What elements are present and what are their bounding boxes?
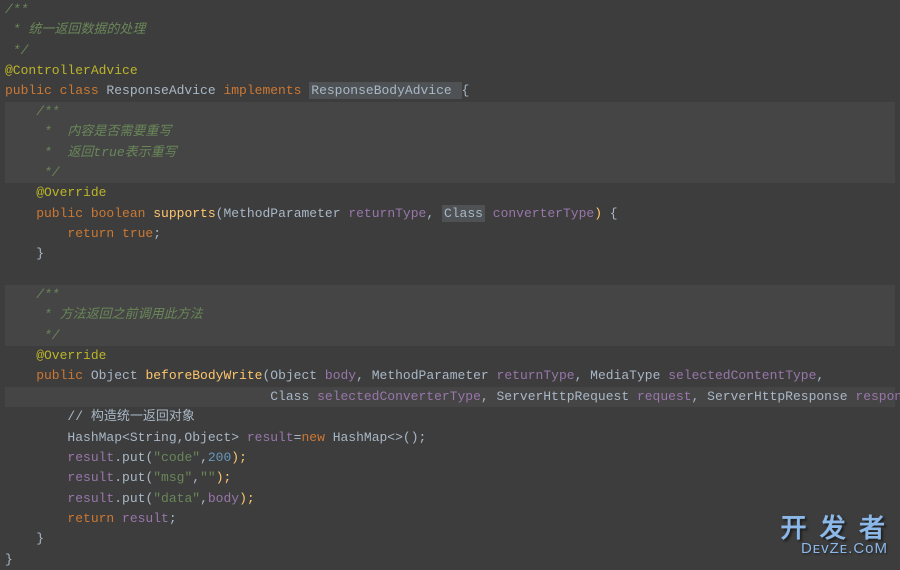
comment: /** bbox=[5, 104, 60, 119]
param: returnType bbox=[348, 206, 426, 221]
keyword: class bbox=[60, 83, 107, 98]
brace: } bbox=[5, 531, 44, 546]
comma: , bbox=[200, 491, 208, 506]
string: "" bbox=[200, 470, 216, 485]
comment-slash: // bbox=[5, 409, 91, 424]
type: Class bbox=[442, 205, 485, 222]
paren: ); bbox=[239, 491, 255, 506]
type: Class bbox=[270, 389, 317, 404]
comma: , bbox=[192, 470, 200, 485]
param: converterType bbox=[493, 206, 594, 221]
comment: * 内容是否需要重写 bbox=[5, 124, 171, 139]
type: ServerHttpRequest bbox=[497, 389, 637, 404]
comma: , bbox=[575, 368, 591, 383]
code-editor[interactable]: /** * 统一返回数据的处理 */ @ControllerAdvice pub… bbox=[0, 0, 900, 570]
method: supports bbox=[153, 206, 215, 221]
string: "data" bbox=[153, 491, 200, 506]
type: MethodParameter bbox=[372, 368, 497, 383]
comment: */ bbox=[5, 43, 28, 58]
brace: } bbox=[5, 552, 13, 567]
param: response bbox=[855, 389, 900, 404]
keyword: boolean bbox=[91, 206, 153, 221]
pad bbox=[5, 389, 270, 404]
param: body bbox=[325, 368, 356, 383]
comma: , bbox=[200, 450, 208, 465]
type: HashMap<String,Object> bbox=[5, 430, 247, 445]
comment: * 统一返回数据的处理 bbox=[5, 22, 145, 37]
comma: , bbox=[692, 389, 708, 404]
keyword: return bbox=[5, 226, 122, 241]
interface-name: ResponseBodyAdvice bbox=[309, 82, 461, 99]
class-name: ResponseAdvice bbox=[106, 83, 223, 98]
var: body bbox=[208, 491, 239, 506]
paren: ); bbox=[216, 470, 232, 485]
space bbox=[485, 206, 493, 221]
param: request bbox=[637, 389, 692, 404]
brace: { bbox=[602, 206, 618, 221]
comment: 构造统一返回对象 bbox=[91, 409, 195, 424]
type: ServerHttpResponse bbox=[707, 389, 855, 404]
comment: */ bbox=[5, 165, 60, 180]
string: "code" bbox=[153, 450, 200, 465]
annotation: @Override bbox=[5, 185, 106, 200]
comma: , bbox=[816, 368, 824, 383]
pad bbox=[5, 491, 67, 506]
paren: ); bbox=[231, 450, 247, 465]
comment: /** bbox=[5, 2, 28, 17]
type: Object bbox=[270, 368, 325, 383]
call: .put( bbox=[114, 470, 153, 485]
comma: , bbox=[356, 368, 372, 383]
comment: */ bbox=[5, 328, 60, 343]
pad bbox=[5, 470, 67, 485]
keyword: implements bbox=[223, 83, 309, 98]
method: beforeBodyWrite bbox=[145, 368, 262, 383]
keyword: public bbox=[5, 206, 91, 221]
semicolon: ; bbox=[153, 226, 161, 241]
type: MethodParameter bbox=[223, 206, 348, 221]
call: .put( bbox=[114, 450, 153, 465]
comment: /** bbox=[5, 287, 60, 302]
brace: } bbox=[5, 246, 44, 261]
keyword: return bbox=[5, 511, 122, 526]
param: selectedContentType bbox=[668, 368, 816, 383]
var: result bbox=[122, 511, 169, 526]
type: MediaType bbox=[590, 368, 668, 383]
comma: , bbox=[426, 206, 442, 221]
comment: * 返回true表示重写 bbox=[5, 145, 177, 160]
param: returnType bbox=[497, 368, 575, 383]
number: 200 bbox=[208, 450, 231, 465]
param: selectedConverterType bbox=[317, 389, 481, 404]
type: Object bbox=[91, 368, 146, 383]
var: result bbox=[67, 470, 114, 485]
var: result bbox=[247, 430, 294, 445]
semicolon: ; bbox=[169, 511, 177, 526]
comment: * 方法返回之前调用此方法 bbox=[5, 307, 203, 322]
annotation: @ControllerAdvice bbox=[5, 63, 138, 78]
pad bbox=[5, 450, 67, 465]
keyword: public bbox=[5, 368, 91, 383]
keyword: new bbox=[301, 430, 332, 445]
paren: ) bbox=[594, 206, 602, 221]
keyword: true bbox=[122, 226, 153, 241]
string: "msg" bbox=[153, 470, 192, 485]
comma: , bbox=[481, 389, 497, 404]
brace: { bbox=[462, 83, 470, 98]
type: HashMap<>(); bbox=[333, 430, 427, 445]
var: result bbox=[67, 491, 114, 506]
keyword: public bbox=[5, 83, 60, 98]
var: result bbox=[67, 450, 114, 465]
annotation: @Override bbox=[5, 348, 106, 363]
call: .put( bbox=[114, 491, 153, 506]
